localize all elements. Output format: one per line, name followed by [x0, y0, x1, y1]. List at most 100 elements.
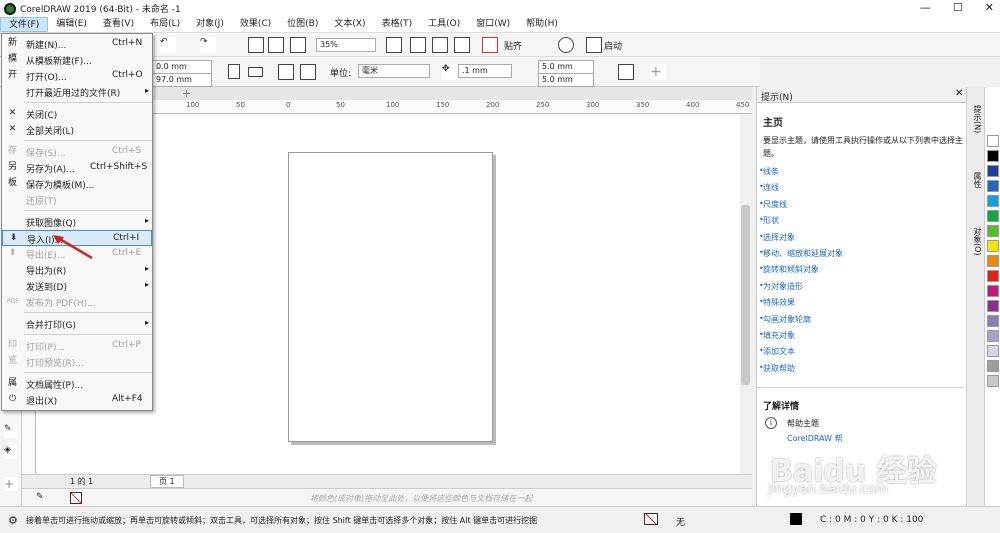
file-menu-item[interactable]: PDF 发布为 PDF(H)... — [2, 294, 152, 310]
color-swatch[interactable] — [987, 225, 999, 237]
page-tab[interactable]: 页 1 — [150, 475, 184, 488]
color-swatch[interactable] — [987, 300, 999, 312]
menu-item-11[interactable]: 帮助(H) — [518, 17, 566, 32]
hint-topic-link[interactable]: 勾画对象轮廓 — [763, 314, 811, 325]
export-icon[interactable] — [268, 37, 284, 53]
file-menu-item[interactable]: ✕ 关闭(C) — [2, 106, 152, 122]
show-guidelines-icon[interactable] — [454, 37, 470, 53]
menu-item-5[interactable]: 效果(C) — [232, 17, 279, 32]
status-gear-icon[interactable]: ⚙ — [8, 514, 18, 527]
hint-topic-link[interactable]: 填充对象 — [763, 330, 795, 341]
redo-icon[interactable]: ↷ — [200, 37, 216, 53]
menu-item-7[interactable]: 文本(X) — [326, 17, 373, 32]
menu-item-4[interactable]: 对象(J) — [188, 17, 232, 32]
menu-item-6[interactable]: 位图(B) — [279, 17, 326, 32]
color-swatch[interactable] — [987, 135, 999, 147]
eyedropper-icon[interactable]: ✎ — [4, 424, 18, 438]
file-menu-item[interactable]: 印打印(P)... Ctrl+P — [2, 338, 152, 354]
current-page-icon[interactable] — [300, 64, 316, 80]
snap-to-dropdown[interactable]: 贴齐 — [504, 39, 522, 52]
hint-topic-link[interactable]: 为对象造形 — [763, 281, 803, 292]
import-icon[interactable] — [248, 37, 264, 53]
interactive-fill-icon[interactable]: ◈ — [4, 445, 18, 459]
maximize-button[interactable]: ☐ — [953, 1, 963, 14]
file-menu-item[interactable]: 发送到(D) ▸ — [2, 278, 152, 294]
file-menu-item[interactable]: 属文档属性(P)... — [2, 376, 152, 392]
portrait-icon[interactable] — [228, 64, 240, 79]
launch-icon[interactable] — [586, 37, 602, 53]
fill-indicator-icon[interactable] — [644, 513, 658, 525]
add-tool-icon[interactable]: + — [4, 477, 18, 491]
no-color-swatch[interactable] — [70, 492, 82, 504]
treat-as-filled-icon[interactable] — [618, 64, 634, 80]
file-menu-item[interactable]: 开打开(O)... Ctrl+O — [2, 68, 152, 84]
hint-topic-link[interactable]: 特殊效果 — [763, 297, 795, 308]
duplicate-y-input[interactable]: 5.0 mm — [538, 73, 594, 87]
hint-topic-link[interactable]: 选择对象 — [763, 232, 795, 243]
color-swatch[interactable] — [987, 180, 999, 192]
hint-topic-link[interactable]: 移动、缩放和延展对象 — [763, 248, 843, 259]
color-swatch[interactable] — [987, 315, 999, 327]
add-icon[interactable]: + — [650, 64, 666, 80]
document-page[interactable] — [288, 152, 493, 442]
color-swatch[interactable] — [987, 270, 999, 282]
file-menu-item[interactable]: 导出为(R) ▸ — [2, 262, 152, 278]
units-dropdown[interactable]: 毫米 — [358, 64, 430, 78]
file-menu-item[interactable]: ⏻ 退出(X) Alt+F4 — [2, 392, 152, 408]
publish-pdf-icon[interactable] — [290, 37, 306, 53]
hint-topic-link[interactable]: 连线 — [763, 182, 779, 193]
color-swatch[interactable] — [987, 150, 999, 162]
menu-item-9[interactable]: 工具(O) — [420, 17, 468, 32]
hint-topic-link[interactable]: 形状 — [763, 215, 779, 226]
eyedropper-small-icon[interactable]: ✎ — [36, 492, 44, 502]
file-menu-item[interactable]: 览打印预览(R)... — [2, 354, 152, 370]
menu-item-8[interactable]: 表格(T) — [374, 17, 421, 32]
height-input[interactable]: 97.0 mm — [152, 73, 212, 87]
landscape-icon[interactable] — [248, 67, 263, 77]
file-menu-item[interactable]: 合并打印(G) ▸ — [2, 316, 152, 332]
hint-topic-link[interactable]: 尺度线 — [763, 199, 787, 210]
menu-item-2[interactable]: 查看(V) — [95, 17, 142, 32]
hint-topic-link[interactable]: 添加文本 — [763, 346, 795, 357]
color-swatch[interactable] — [987, 165, 999, 177]
color-swatch[interactable] — [987, 345, 999, 357]
file-menu-item[interactable]: 获取图像(Q) ▸ — [2, 214, 152, 230]
file-menu-item[interactable]: 打开最近用过的文件(R) ▸ — [2, 84, 152, 100]
color-swatch[interactable] — [987, 240, 999, 252]
file-menu-item[interactable]: 板保存为模板(M)... — [2, 176, 152, 192]
hint-topic-link[interactable]: 旋转和倾斜对象 — [763, 264, 819, 275]
menu-item-3[interactable]: 布局(L) — [142, 17, 188, 32]
launch-dropdown[interactable]: 启动 — [604, 39, 622, 52]
color-swatch[interactable] — [987, 285, 999, 297]
menu-item-1[interactable]: 编辑(E) — [48, 17, 95, 32]
alignment-guides-icon[interactable] — [482, 37, 498, 53]
full-screen-icon[interactable] — [386, 37, 402, 53]
menu-item-0[interactable]: 文件(F) — [0, 17, 49, 32]
color-swatch[interactable] — [987, 195, 999, 207]
nudge-distance-input[interactable]: .1 mm — [458, 64, 512, 78]
close-button[interactable]: ✕ — [985, 1, 994, 14]
show-grid-icon[interactable] — [432, 37, 448, 53]
menu-item-10[interactable]: 窗口(W) — [468, 17, 518, 32]
outline-color-swatch[interactable] — [790, 513, 802, 525]
docker-close-icon[interactable]: ✕ — [955, 88, 963, 99]
undo-icon[interactable]: ↶ — [160, 37, 176, 53]
docker-tab-2[interactable]: 对象(O) — [969, 227, 983, 256]
duplicate-x-input[interactable]: 5.0 mm — [538, 60, 594, 74]
docker-tab-1[interactable]: 属性 — [969, 172, 983, 188]
file-menu-item[interactable]: ✕ 全部关闭(L) — [2, 122, 152, 138]
file-menu-item[interactable]: 模从模板新建(F)... — [2, 52, 152, 68]
file-menu-item[interactable]: 还原(T) — [2, 192, 152, 208]
file-menu-item[interactable]: 存保存(S)... Ctrl+S — [2, 144, 152, 160]
color-swatch[interactable] — [987, 255, 999, 267]
show-rulers-icon[interactable] — [410, 37, 426, 53]
file-menu-item[interactable]: 另另存为(A)... Ctrl+Shift+S — [2, 160, 152, 176]
options-gear-icon[interactable] — [558, 37, 574, 53]
width-input[interactable]: 0.0 mm — [152, 60, 212, 74]
file-menu-item[interactable]: 新新建(N)... Ctrl+N — [2, 36, 152, 52]
vertical-scroll-thumb[interactable] — [741, 205, 750, 385]
minimize-button[interactable]: — — [920, 1, 931, 14]
docker-tab-0[interactable]: 提示(N) — [969, 105, 983, 133]
new-document-tab-icon[interactable]: + — [182, 87, 191, 100]
color-swatch[interactable] — [987, 360, 999, 372]
